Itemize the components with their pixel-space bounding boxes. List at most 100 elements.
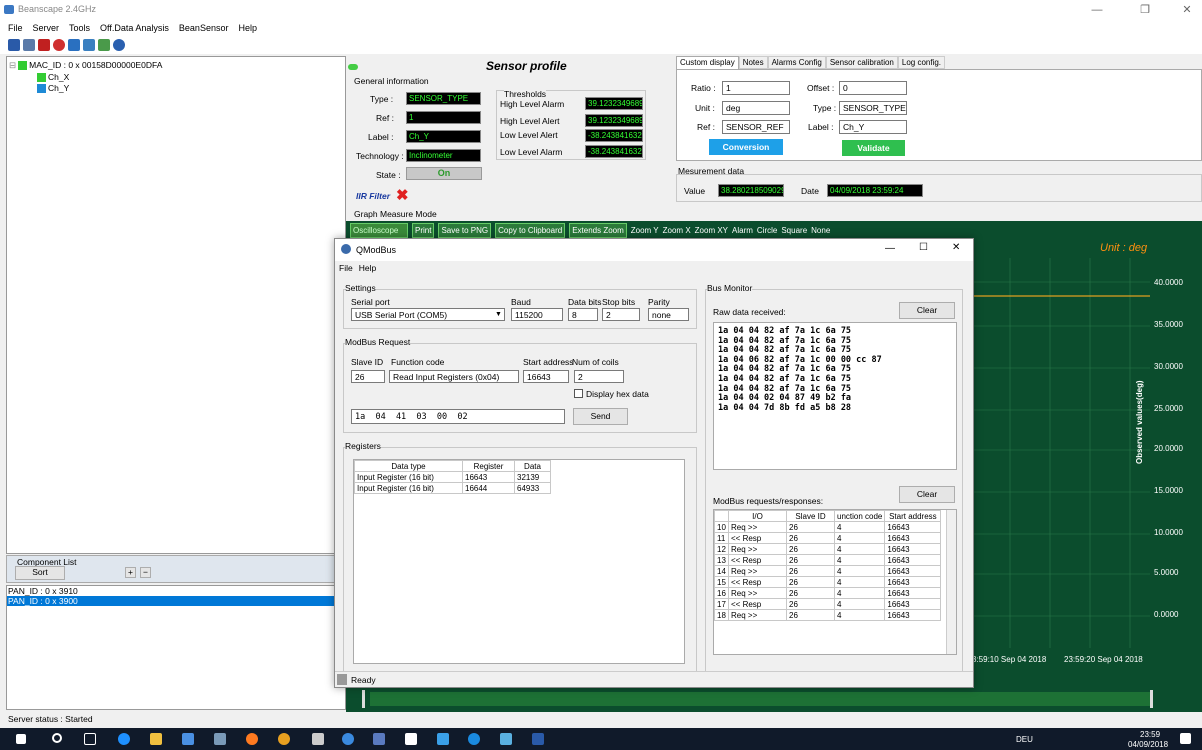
raw-request-field[interactable]: 1a 04 41 03 00 02 [351, 409, 565, 424]
windows-start-icon[interactable] [16, 734, 26, 744]
save-as-icon[interactable] [23, 39, 35, 51]
table-row[interactable]: 17 << Resp 26 4 16643 [714, 598, 942, 610]
custom-ref-input[interactable]: SENSOR_REF [722, 120, 790, 134]
col-header[interactable]: Data [514, 460, 551, 472]
databits-select[interactable]: 8 [568, 308, 598, 321]
tab-sensor-calibration[interactable]: Sensor calibration [825, 56, 898, 69]
table-row[interactable]: 10 Req >> 26 4 16643 [714, 521, 942, 533]
table-row[interactable]: 13 << Resp 26 4 16643 [714, 554, 942, 566]
graph-mode-select[interactable]: Oscilloscope [350, 222, 408, 238]
notification-icon[interactable] [1180, 733, 1191, 744]
disabled-x-icon[interactable]: ✖ [396, 186, 409, 204]
extends-zoom-button[interactable]: Extends Zoom [569, 222, 627, 238]
qmenu-help[interactable]: Help [359, 263, 376, 273]
start-address-spinbox[interactable]: 16643 [523, 370, 569, 383]
custom-type-input[interactable]: SENSOR_TYPE [839, 101, 907, 115]
task-view-icon[interactable] [84, 733, 96, 745]
network-icon[interactable] [83, 39, 95, 51]
menu-tools[interactable]: Tools [69, 23, 90, 33]
clear-raw-button[interactable]: Clear [899, 302, 955, 319]
copy-clipboard-button[interactable]: Copy to Clipboard [495, 222, 566, 238]
language-indicator[interactable]: DEU [1016, 735, 1033, 744]
baud-select[interactable]: 115200 [511, 308, 563, 321]
pan-item[interactable]: PAN_ID : 0 x 3910 [7, 586, 345, 596]
table-row[interactable]: 18 Req >> 26 4 16643 [714, 609, 942, 621]
explorer-icon[interactable] [150, 733, 162, 745]
unit-input[interactable]: deg [722, 101, 790, 115]
tab-alarms-config[interactable]: Alarms Config [767, 56, 826, 69]
zoom-x-checkbox[interactable]: Zoom X [663, 226, 691, 235]
table-row[interactable]: 15 << Resp 26 4 16643 [714, 576, 942, 588]
clock-time[interactable]: 23:59 [1140, 730, 1160, 739]
skype-icon[interactable] [468, 733, 480, 745]
raw-data-box[interactable]: 1a 04 04 82 af 7a 1c 6a 75 1a 04 04 82 a… [713, 322, 957, 470]
pan-item-selected[interactable]: PAN_ID : 0 x 3900 [7, 596, 345, 606]
menu-off-data-analysis[interactable]: Off.Data Analysis [100, 23, 169, 33]
validate-button[interactable]: Validate [842, 140, 905, 156]
mail-icon[interactable] [405, 733, 417, 745]
restore-icon[interactable]: ❐ [1130, 0, 1160, 20]
menu-help[interactable]: Help [238, 23, 257, 33]
search-icon[interactable] [52, 733, 62, 743]
col-header[interactable]: I/O [728, 510, 787, 522]
save-png-button[interactable]: Save to PNG [438, 222, 492, 238]
table-row[interactable]: Input Register (16 bit) 16643 32139 [354, 471, 551, 483]
add-button[interactable]: + [125, 567, 136, 578]
col-header[interactable]: Register [462, 460, 515, 472]
clock-date[interactable]: 04/09/2018 [1128, 740, 1168, 749]
download-icon[interactable] [68, 39, 80, 51]
serial-port-select[interactable]: USB Serial Port (COM5) [351, 308, 505, 321]
menu-server[interactable]: Server [33, 23, 60, 33]
target-icon[interactable] [113, 39, 125, 51]
parity-select[interactable]: none [648, 308, 689, 321]
table-row[interactable]: 12 Req >> 26 4 16643 [714, 543, 942, 555]
num-coils-spinbox[interactable]: 2 [574, 370, 624, 383]
range-handle-left[interactable] [362, 690, 365, 708]
tab-custom-display[interactable]: Custom display [676, 56, 739, 69]
vertical-scrollbar[interactable] [946, 510, 956, 654]
table-row[interactable]: 14 Req >> 26 4 16643 [714, 565, 942, 577]
col-header[interactable]: Slave ID [786, 510, 835, 522]
chart-icon[interactable] [98, 39, 110, 51]
tree-root[interactable]: ⊟ MAC_ID : 0 x 00158D00000E0DFA [9, 60, 162, 71]
stopbits-select[interactable]: 2 [602, 308, 640, 321]
table-row[interactable]: 16 Req >> 26 4 16643 [714, 587, 942, 599]
app-icon[interactable] [437, 733, 449, 745]
clear-reqresp-button[interactable]: Clear [899, 486, 955, 503]
range-slider[interactable] [370, 692, 1150, 706]
word-icon[interactable] [532, 733, 544, 745]
qmodbus-taskbar-icon[interactable] [373, 733, 385, 745]
app-icon[interactable] [342, 733, 354, 745]
print-button[interactable]: Print [412, 222, 435, 238]
tab-notes[interactable]: Notes [738, 56, 768, 69]
col-header[interactable]: Start address [884, 510, 942, 522]
custom-label-input[interactable]: Ch_Y [839, 120, 907, 134]
record-icon[interactable] [38, 39, 50, 51]
menu-file[interactable]: File [8, 23, 23, 33]
slave-id-spinbox[interactable]: 26 [351, 370, 385, 383]
function-code-select[interactable]: Read Input Registers (0x04) [389, 370, 519, 383]
app-icon[interactable] [214, 733, 226, 745]
alarm-checkbox[interactable]: Alarm [732, 226, 753, 235]
save-icon[interactable] [8, 39, 20, 51]
hex-checkbox[interactable] [574, 389, 583, 398]
calculator-icon[interactable] [312, 733, 324, 745]
tree-item-ch-y[interactable]: Ch_Y [37, 83, 69, 94]
send-button[interactable]: Send [573, 408, 628, 425]
app-icon[interactable] [500, 733, 512, 745]
table-row[interactable]: 11 << Resp 26 4 16643 [714, 532, 942, 544]
sort-button[interactable]: Sort [15, 566, 65, 580]
qmenu-file[interactable]: File [339, 263, 353, 273]
firefox-icon[interactable] [246, 733, 258, 745]
circle-radio[interactable]: Circle [757, 226, 777, 235]
chrome-icon[interactable] [278, 733, 290, 745]
conversion-button[interactable]: Conversion [709, 139, 783, 155]
minimize-icon[interactable]: — [885, 243, 895, 254]
close-icon[interactable]: ✕ [1172, 0, 1202, 20]
ratio-input[interactable]: 1 [722, 81, 790, 95]
close-icon[interactable]: ✕ [952, 242, 960, 253]
stop-icon[interactable] [53, 39, 65, 51]
range-handle-right[interactable] [1150, 690, 1153, 708]
maximize-icon[interactable]: ☐ [919, 242, 928, 253]
store-icon[interactable] [182, 733, 194, 745]
